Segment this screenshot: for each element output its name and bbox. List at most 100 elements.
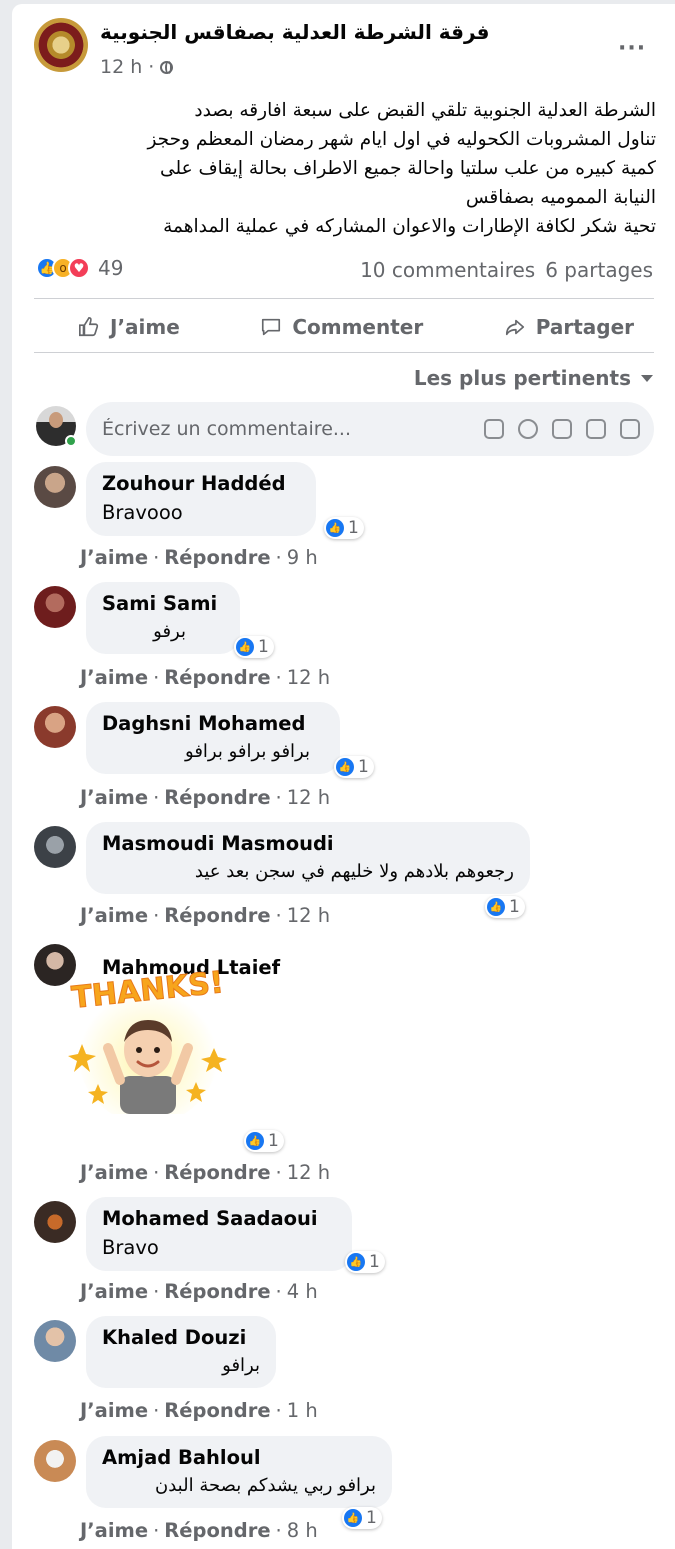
page-avatar[interactable]	[34, 18, 88, 72]
comment-label: Commenter	[292, 315, 424, 339]
divider	[34, 298, 654, 299]
emoji-icon[interactable]	[518, 419, 538, 439]
comment-reaction-badge[interactable]: 👍 1	[485, 896, 525, 918]
thanks-sticker[interactable]: THANKS!	[68, 964, 228, 1114]
post-text: الشرطة العدلية الجنوبية تلقي القبض على س…	[32, 96, 656, 241]
comment-reaction-badge[interactable]: 👍 1	[234, 636, 274, 658]
comment-text: رجعوهم بلادهم ولا خليهم في سجن بعد عيد	[194, 861, 514, 882]
comment-text: Bravooo	[102, 501, 183, 524]
avatar[interactable]	[34, 586, 76, 628]
separator: ·	[275, 1399, 282, 1422]
comment-reply-link[interactable]: Répondre	[164, 1519, 270, 1542]
like-reaction-icon: 👍	[246, 1132, 264, 1150]
comment-author[interactable]: Sami Sami	[102, 592, 224, 615]
avatar-sticker-icon[interactable]	[484, 419, 504, 439]
comment-author[interactable]: Zouhour Haddéd	[102, 472, 300, 495]
comment-reaction-badge[interactable]: 👍 1	[324, 517, 364, 539]
post-timestamp[interactable]: 12 h ·	[100, 56, 174, 78]
gif-icon[interactable]	[586, 419, 606, 439]
comment-reply-link[interactable]: Répondre	[164, 546, 270, 569]
online-status-indicator	[65, 435, 77, 447]
reaction-count: 1	[369, 1252, 380, 1272]
comments-count[interactable]: 10 commentaires	[360, 258, 535, 282]
comment-author[interactable]: Khaled Douzi	[102, 1326, 260, 1349]
comment-text: برفو	[153, 621, 186, 642]
engagement-counts: 10 commentaires 6 partages	[360, 258, 653, 282]
comment-bubble: Zouhour Haddéd Bravooo	[86, 462, 316, 536]
share-button[interactable]: Partager	[504, 315, 634, 339]
comment-age[interactable]: 12 h	[287, 1161, 330, 1184]
avatar[interactable]	[34, 466, 76, 508]
separator: ·	[275, 1161, 282, 1184]
sticker-icon[interactable]	[620, 419, 640, 439]
comment-reaction-badge[interactable]: 👍 1	[345, 1251, 385, 1273]
comment-reply-link[interactable]: Répondre	[164, 1161, 270, 1184]
separator: ·	[275, 904, 282, 927]
comment-age[interactable]: 9 h	[287, 546, 318, 569]
comment-reaction-badge[interactable]: 👍 1	[342, 1507, 382, 1529]
comment-like-link[interactable]: J’aime	[80, 1280, 148, 1303]
camera-icon[interactable]	[552, 419, 572, 439]
comment-reply-link[interactable]: Répondre	[164, 666, 270, 689]
like-reaction-icon: 👍	[336, 758, 354, 776]
comment-reaction-badge[interactable]: 👍 1	[334, 756, 374, 778]
separator: ·	[275, 786, 282, 809]
separator: ·	[153, 1161, 160, 1184]
separator: ·	[275, 546, 282, 569]
comment-icon	[262, 318, 281, 336]
avatar[interactable]	[34, 826, 76, 868]
avatar[interactable]	[34, 1201, 76, 1243]
comment-sort-dropdown[interactable]: Les plus pertinents	[414, 366, 653, 390]
comment-actions: J’aime · Répondre · 12 h	[80, 666, 330, 689]
separator: ·	[275, 666, 282, 689]
comment-age[interactable]: 12 h	[287, 666, 330, 689]
comment-like-link[interactable]: J’aime	[80, 666, 148, 689]
comment-reply-link[interactable]: Répondre	[164, 786, 270, 809]
comment-age[interactable]: 4 h	[287, 1280, 318, 1303]
share-icon	[505, 319, 524, 336]
comment-age[interactable]: 12 h	[287, 904, 330, 927]
comment-age[interactable]: 12 h	[287, 786, 330, 809]
avatar[interactable]	[34, 1320, 76, 1362]
more-options-button[interactable]: ···	[618, 36, 646, 61]
avatar[interactable]	[34, 706, 76, 748]
comment-input[interactable]	[102, 418, 462, 440]
comment-reply-link[interactable]: Répondre	[164, 1280, 270, 1303]
comment-bubble: Masmoudi Masmoudi رجعوهم بلادهم ولا خليه…	[86, 822, 530, 894]
shares-count[interactable]: 6 partages	[545, 258, 653, 282]
avatar[interactable]	[34, 1440, 76, 1482]
share-label: Partager	[535, 315, 634, 339]
comment-like-link[interactable]: J’aime	[80, 1399, 148, 1422]
comment-like-link[interactable]: J’aime	[80, 1519, 148, 1542]
comment-actions: J’aime · Répondre · 12 h	[80, 904, 330, 927]
separator: ·	[153, 666, 160, 689]
thumbs-up-icon	[79, 317, 99, 337]
comment-like-link[interactable]: J’aime	[80, 1161, 148, 1184]
page-name[interactable]: فرقة الشرطة العدلية بصفاقس الجنوبية	[100, 20, 490, 44]
comment-author[interactable]: Daghsni Mohamed	[102, 712, 324, 735]
globe-icon	[160, 60, 174, 74]
comment-actions: J’aime · Répondre · 8 h	[80, 1519, 318, 1542]
reaction-count: 1	[268, 1131, 279, 1151]
comment-age[interactable]: 8 h	[287, 1519, 318, 1542]
post-time[interactable]: 12 h ·	[100, 56, 154, 78]
composer-tools	[484, 419, 640, 439]
comment-author[interactable]: Amjad Bahloul	[102, 1446, 376, 1469]
comment-reaction-badge[interactable]: 👍 1	[244, 1130, 284, 1152]
like-button[interactable]: J’aime	[78, 315, 180, 339]
comment-like-link[interactable]: J’aime	[80, 786, 148, 809]
comment-like-link[interactable]: J’aime	[80, 904, 148, 927]
comment-reply-link[interactable]: Répondre	[164, 1399, 270, 1422]
reaction-count: 1	[348, 518, 359, 538]
comment-like-link[interactable]: J’aime	[80, 546, 148, 569]
separator: ·	[153, 1399, 160, 1422]
post-actions: J’aime Commenter Partager	[34, 304, 654, 350]
comment-age[interactable]: 1 h	[287, 1399, 318, 1422]
comment-author[interactable]: Mohamed Saadaoui	[102, 1207, 336, 1230]
reactions-summary[interactable]: 👍 o ♥ 49	[36, 256, 123, 280]
comment-button[interactable]: Commenter	[260, 315, 423, 339]
post-text-line: الشرطة العدلية الجنوبية تلقي القبض على س…	[194, 100, 656, 121]
post-card: فرقة الشرطة العدلية بصفاقس الجنوبية 12 h…	[12, 4, 675, 1549]
comment-reply-link[interactable]: Répondre	[164, 904, 270, 927]
comment-author[interactable]: Masmoudi Masmoudi	[102, 832, 514, 855]
